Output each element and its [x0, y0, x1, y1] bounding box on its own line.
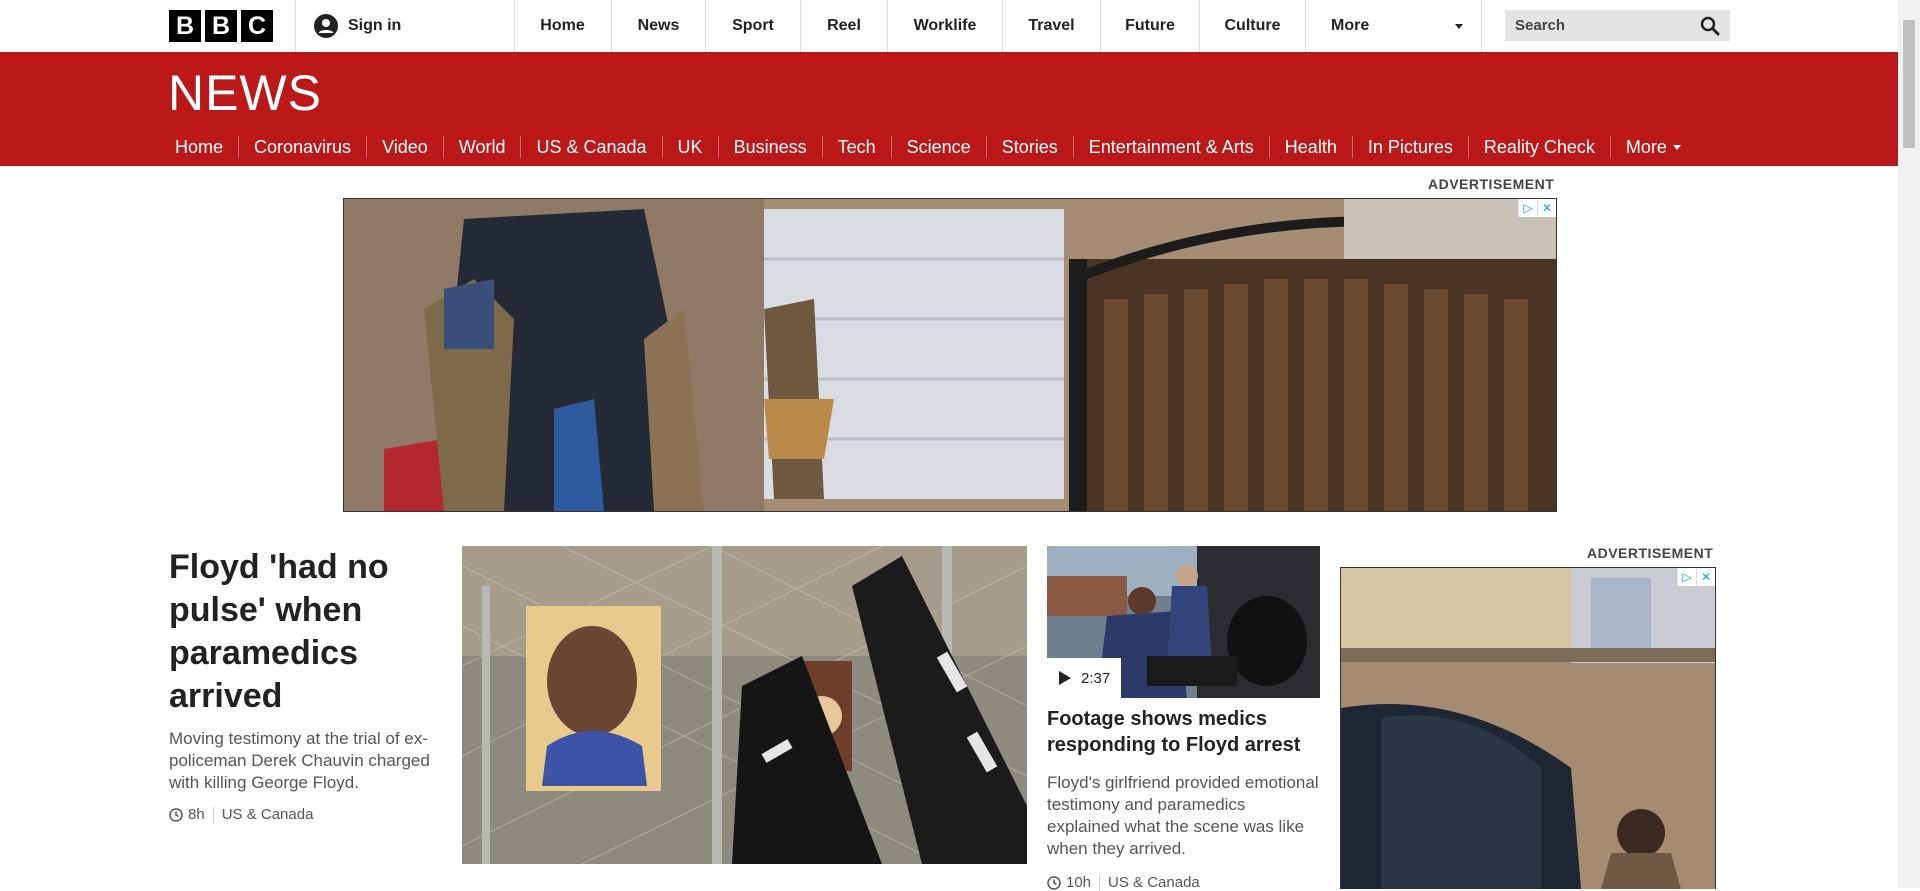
news-nav-us-canada[interactable]: US & Canada [521, 136, 663, 158]
global-nav-sport[interactable]: Sport [706, 0, 801, 52]
video-story-summary: Floyd's girlfriend provided emotional te… [1047, 773, 1319, 858]
sign-in-button[interactable]: Sign in [295, 0, 515, 52]
side-advert[interactable]: ▷ ✕ [1340, 567, 1716, 889]
ad-choices-icon[interactable]: ▷ [1677, 568, 1696, 586]
news-nav-health[interactable]: Health [1270, 136, 1353, 158]
news-nav-tech[interactable]: Tech [823, 136, 892, 158]
advertisement-label: ADVERTISEMENT [1428, 176, 1555, 192]
global-nav-news[interactable]: News [612, 0, 706, 52]
main-story-headline[interactable]: Floyd 'had no pulse' when paramedics arr… [169, 546, 429, 718]
news-nav-stories[interactable]: Stories [987, 136, 1074, 158]
logo-letter: B [205, 10, 237, 42]
video-story-headline[interactable]: Footage shows medics responding to Floyd… [1047, 706, 1322, 758]
user-icon [314, 14, 338, 38]
story-time: 8h [188, 806, 205, 823]
clock-icon [1047, 875, 1061, 890]
scrollbar-thumb[interactable] [1903, 20, 1915, 148]
divider [1099, 874, 1101, 891]
clock-icon [169, 807, 183, 822]
news-nav-science[interactable]: Science [892, 136, 987, 158]
search-icon[interactable] [1700, 16, 1720, 36]
banner-advert[interactable]: ▷ ✕ [343, 198, 1557, 512]
logo-letter: C [241, 10, 273, 42]
close-icon[interactable]: ✕ [1696, 568, 1715, 586]
global-nav-home[interactable]: Home [514, 0, 612, 52]
video-duration-badge[interactable]: 2:37 [1047, 658, 1121, 698]
global-nav-more[interactable]: More [1306, 0, 1482, 52]
news-nav-world[interactable]: World [444, 136, 522, 158]
side-advert-image [1341, 568, 1715, 889]
global-nav-culture[interactable]: Culture [1200, 0, 1306, 52]
close-icon[interactable]: ✕ [1537, 199, 1556, 217]
chevron-down-icon [1455, 23, 1463, 29]
video-story-meta: 10h US & Canada [1047, 874, 1200, 891]
chevron-down-icon [1672, 144, 1681, 150]
global-nav-future[interactable]: Future [1101, 0, 1200, 52]
play-icon [1059, 671, 1071, 685]
news-nav-video[interactable]: Video [367, 136, 444, 158]
main-story-summary: Moving testimony at the trial of ex-poli… [169, 729, 430, 792]
news-logo[interactable]: NEWS [168, 64, 322, 122]
news-nav-coronavirus[interactable]: Coronavirus [239, 136, 368, 158]
advert-image [344, 199, 1556, 511]
global-more-label: More [1331, 17, 1370, 34]
story-section-link[interactable]: US & Canada [1108, 874, 1200, 891]
news-nav-more[interactable]: More [1611, 136, 1696, 158]
main-story-image[interactable] [462, 546, 1027, 864]
news-nav-home[interactable]: Home [160, 136, 240, 172]
news-nav-reality-check[interactable]: Reality Check [1469, 136, 1611, 158]
page-scrollbar[interactable] [1898, 0, 1920, 888]
global-nav-worklife[interactable]: Worklife [888, 0, 1003, 52]
search-input[interactable]: Search [1505, 10, 1730, 41]
logo-letter: B [169, 10, 201, 42]
global-nav-reel[interactable]: Reel [801, 0, 888, 52]
news-nav: Home Coronavirus Video World US & Canada… [160, 128, 1696, 172]
news-more-label: More [1625, 137, 1667, 157]
news-nav-business[interactable]: Business [719, 136, 823, 158]
divider [212, 806, 214, 823]
global-nav: Home News Sport Reel Worklife Travel Fut… [514, 0, 1482, 52]
ad-choices[interactable]: ▷ ✕ [1677, 568, 1715, 586]
news-nav-in-pictures[interactable]: In Pictures [1353, 136, 1469, 158]
news-nav-uk[interactable]: UK [663, 136, 719, 158]
story-time: 10h [1066, 874, 1092, 891]
news-banner: NEWS Home Coronavirus Video World US & C… [0, 52, 1898, 172]
news-nav-entertainment-arts[interactable]: Entertainment & Arts [1074, 136, 1270, 158]
sign-in-label: Sign in [348, 17, 402, 34]
bbc-logo[interactable]: B B C [169, 10, 273, 42]
ad-choices-icon[interactable]: ▷ [1518, 199, 1537, 217]
search-placeholder: Search [1515, 17, 1566, 34]
main-story-meta: 8h US & Canada [169, 806, 313, 823]
global-nav-travel[interactable]: Travel [1003, 0, 1101, 52]
ad-choices[interactable]: ▷ ✕ [1518, 199, 1556, 217]
main-story-photo [462, 546, 1027, 864]
advertisement-label: ADVERTISEMENT [1587, 545, 1714, 561]
video-duration: 2:37 [1081, 669, 1111, 687]
global-header: B B C Sign in Home News Sport Reel Workl… [0, 0, 1898, 53]
story-section-link[interactable]: US & Canada [222, 806, 314, 823]
